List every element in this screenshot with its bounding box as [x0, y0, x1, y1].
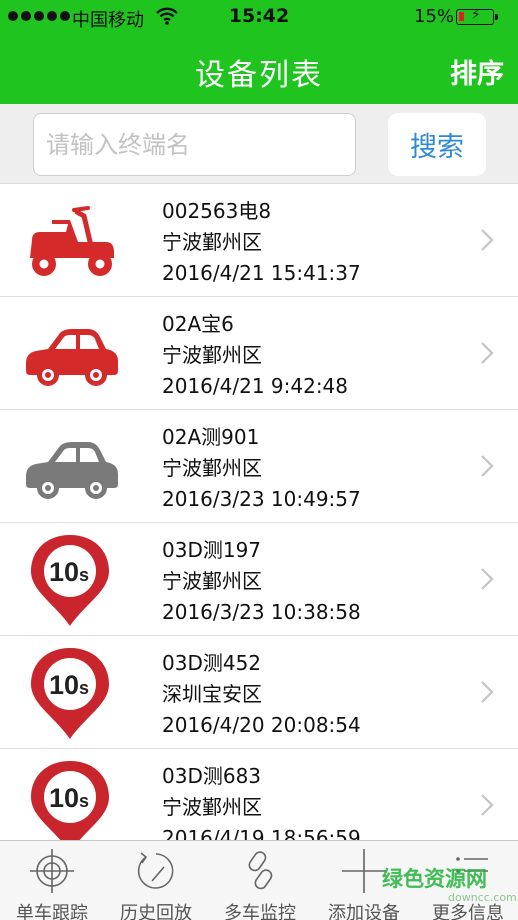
nav-bar: 设备列表 排序 [0, 34, 518, 104]
device-info: 03D测452 深圳宝安区 2016/4/20 20:08:54 [162, 648, 361, 741]
device-time: 2016/3/23 10:38:58 [162, 600, 361, 624]
device-row[interactable]: 002563电8 宁波鄞州区 2016/4/21 15:41:37 [0, 184, 518, 297]
device-name: 03D测197 [162, 538, 262, 562]
device-row[interactable]: 02A宝6 宁波鄞州区 2016/4/21 9:42:48 [0, 297, 518, 410]
device-row[interactable]: 02A测901 宁波鄞州区 2016/3/23 10:49:57 [0, 410, 518, 523]
device-row[interactable]: 10s 03D测452 深圳宝安区 2016/4/20 20:08:54 [0, 636, 518, 749]
status-bar: 中国移动 15:42 15% ⚡ [0, 0, 518, 34]
tab-label: 单车跟踪 [16, 903, 88, 920]
battery-tip [495, 14, 498, 20]
device-info: 002563电8 宁波鄞州区 2016/4/21 15:41:37 [162, 196, 361, 289]
watermark-text: 绿色资源网 [382, 867, 487, 891]
watermark: 绿色资源网 downcc.com [382, 866, 518, 920]
device-name: 002563电8 [162, 199, 272, 223]
sort-button[interactable]: 排序 [450, 52, 504, 91]
device-info: 03D测197 宁波鄞州区 2016/3/23 10:38:58 [162, 535, 361, 628]
device-row[interactable]: 10s 03D测197 宁波鄞州区 2016/3/23 10:38:58 [0, 523, 518, 636]
search-input[interactable] [33, 113, 356, 176]
tab-single-tracking[interactable]: 单车跟踪 [0, 841, 104, 920]
device-time: 2016/4/19 18:56:59 [162, 826, 361, 840]
chevron-right-icon [481, 229, 494, 251]
device-region: 宁波鄞州区 [162, 795, 262, 819]
tab-label: 历史回放 [120, 903, 192, 920]
device-info: 02A测901 宁波鄞州区 2016/3/23 10:49:57 [162, 422, 361, 515]
plus-icon [342, 849, 386, 893]
history-icon [137, 852, 174, 889]
device-region: 深圳宝安区 [162, 682, 262, 706]
watermark-url: downcc.com [448, 891, 517, 904]
chevron-right-icon [481, 794, 494, 816]
device-name: 03D测683 [162, 764, 262, 788]
battery-icon: ⚡ [456, 7, 494, 25]
tab-multi-vehicle-monitor[interactable]: 多车监控 [208, 841, 312, 920]
chevron-right-icon [481, 568, 494, 590]
device-list: 002563电8 宁波鄞州区 2016/4/21 15:41:37 02A宝6 宁波鄞州… [0, 184, 518, 840]
device-region: 宁波鄞州区 [162, 456, 262, 480]
crosshair-icon [30, 849, 74, 893]
device-region: 宁波鄞州区 [162, 230, 262, 254]
tab-label: 多车监控 [224, 903, 296, 920]
device-region: 宁波鄞州区 [162, 343, 262, 367]
device-region: 宁波鄞州区 [162, 569, 262, 593]
map-pin-10s-icon: 10s [22, 759, 122, 840]
device-name: 03D测452 [162, 651, 262, 675]
car-icon [22, 307, 122, 400]
search-button[interactable]: 搜索 [388, 113, 486, 176]
page-title: 设备列表 [195, 58, 323, 93]
device-time: 2016/4/21 9:42:48 [162, 374, 349, 398]
chevron-right-icon [481, 342, 494, 364]
search-bar: 搜索 [0, 104, 518, 184]
device-time: 2016/3/23 10:49:57 [162, 487, 361, 511]
device-name: 02A宝6 [162, 312, 234, 336]
link-icon [248, 851, 273, 890]
device-row[interactable]: 10s 03D测683 宁波鄞州区 2016/4/19 18:56:59 [0, 749, 518, 840]
device-name: 02A测901 [162, 425, 260, 449]
tab-history-playback[interactable]: 历史回放 [104, 841, 208, 920]
chevron-right-icon [481, 455, 494, 477]
chevron-right-icon [481, 681, 494, 703]
car-icon [22, 420, 122, 513]
scooter-icon [22, 194, 122, 287]
battery-percent: 15% [414, 6, 455, 27]
map-pin-10s-icon: 10s [22, 533, 122, 626]
map-pin-10s-icon: 10s [22, 646, 122, 739]
device-time: 2016/4/20 20:08:54 [162, 713, 361, 737]
device-time: 2016/4/21 15:41:37 [162, 261, 361, 285]
device-info: 03D测683 宁波鄞州区 2016/4/19 18:56:59 [162, 761, 361, 840]
device-info: 02A宝6 宁波鄞州区 2016/4/21 9:42:48 [162, 309, 348, 402]
